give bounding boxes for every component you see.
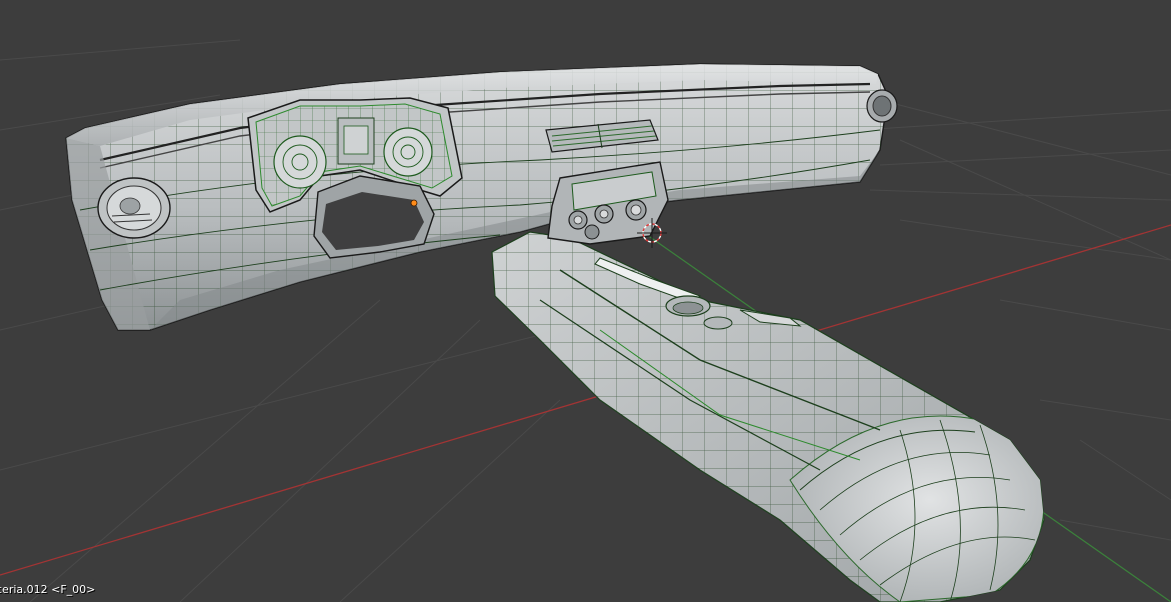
center-console-mesh[interactable] (480, 220, 1080, 602)
tachometer-gauge (383, 127, 433, 177)
speedometer-gauge (273, 135, 327, 189)
dashboard-mesh[interactable] (60, 60, 900, 340)
cupholder-rear (703, 316, 733, 330)
3d-viewport[interactable]: ceria.012 <F_00> (0, 0, 1171, 602)
object-origin-dot (410, 199, 418, 207)
right-vent (866, 89, 898, 123)
left-vent (97, 177, 171, 239)
scene-canvas[interactable] (0, 0, 1171, 602)
active-object-label: ceria.012 <F_00> (0, 583, 96, 596)
